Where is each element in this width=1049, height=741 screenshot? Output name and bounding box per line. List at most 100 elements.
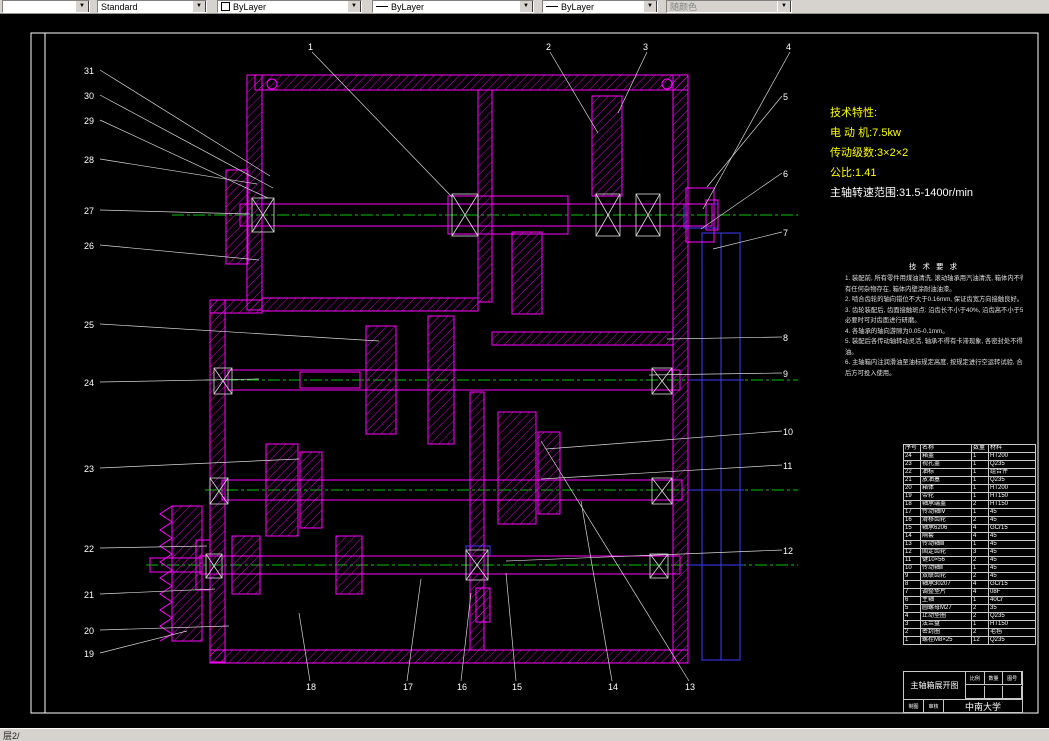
- parts-cell: 2: [903, 628, 921, 637]
- dropdown-arrow-icon[interactable]: ▼: [519, 1, 533, 12]
- table-row: 10 传动轴Ⅱ 1 45: [903, 564, 1036, 573]
- parts-cell: 35: [988, 604, 1036, 613]
- parts-cell: 圆螺母M27: [920, 604, 972, 613]
- color-combo[interactable]: ByLayer ▼: [217, 0, 362, 13]
- callout-number-11: 11: [783, 461, 793, 471]
- table-row: 23 视孔盖 1 Q235: [903, 460, 1036, 469]
- parts-cell: 08F: [988, 588, 1036, 597]
- parts-cell: 放油塞: [920, 476, 972, 485]
- lineweight-combo[interactable]: ByLayer ▼: [542, 0, 658, 13]
- parts-cell: GCr15: [988, 580, 1036, 589]
- table-row: 15 轴承6206 4 GCr15: [903, 524, 1036, 533]
- parts-cell: 1: [903, 636, 921, 645]
- dropdown-arrow-icon[interactable]: ▼: [75, 1, 89, 12]
- drawing-canvas[interactable]: 技术特性: 电 动 机:7.5kw 传动级数:3×2×2 公比:1.41 主轴转速范围…: [0, 14, 1049, 728]
- parts-cell: 16: [903, 516, 921, 525]
- parts-cell: 法兰盘: [920, 620, 972, 629]
- parts-cell: 3: [903, 620, 921, 629]
- leader-line: [700, 172, 783, 230]
- status-bar: 层2/: [0, 728, 1049, 741]
- linetype-value: ByLayer: [391, 1, 425, 12]
- table-row: 14 隔套 4 45: [903, 532, 1036, 541]
- callout-number-25: 25: [84, 320, 95, 330]
- parts-cell: 2: [971, 628, 989, 637]
- title-block-field: 比例: [966, 672, 985, 685]
- status-text: 层2/: [3, 730, 20, 741]
- parts-cell: 45: [988, 516, 1036, 525]
- callout-number-10: 10: [783, 427, 794, 437]
- callout-number-2: 2: [546, 42, 552, 52]
- dropdown-arrow-icon[interactable]: ▼: [347, 1, 361, 12]
- callout-number-9: 9: [783, 369, 789, 379]
- tech-req-line: 1. 装配前, 所有零件用煤油清洗, 滚动轴承用汽油清洗, 箱体内不得: [845, 275, 1023, 282]
- linetype-combo[interactable]: ByLayer ▼: [372, 0, 534, 13]
- color-value: ByLayer: [233, 1, 267, 12]
- callout-number-16: 16: [457, 682, 468, 692]
- parts-cell: Q235: [988, 612, 1036, 621]
- callout-number-13: 13: [685, 682, 696, 692]
- tech-spec-line: 公比:1.41: [830, 167, 877, 179]
- table-row: 11 键10×56 2 45: [903, 556, 1036, 565]
- callout-number-31: 31: [84, 66, 95, 76]
- tech-req-line: 必要时可对齿面进行研磨。: [845, 317, 921, 324]
- tech-req-line: 2. 啮合齿轮的轴向错位不大于0.16mm, 保证齿宽方向接触良好。: [845, 296, 1023, 303]
- title-block: 主轴箱展开图 比例 数量 图号 制图 审核 中南大学: [903, 671, 1023, 713]
- parts-cell: 22: [903, 468, 921, 477]
- leader-line: [549, 51, 599, 134]
- callout-number-27: 27: [84, 206, 95, 216]
- callout-number-30: 30: [84, 91, 95, 101]
- parts-cell: 螺栓M8×25: [920, 636, 972, 645]
- callout-number-8: 8: [783, 333, 789, 343]
- parts-cell: 45: [988, 548, 1036, 557]
- cad-application-window: ▼ Standard ▼ ByLayer ▼ ByLayer ▼ ByLayer…: [0, 0, 1049, 741]
- parts-cell: 主轴: [920, 596, 972, 605]
- callout-number-6: 6: [783, 169, 789, 179]
- parts-cell: 1: [971, 540, 989, 549]
- parts-cell: 2: [971, 500, 989, 509]
- callout-number-20: 20: [84, 626, 95, 636]
- parts-cell: 2: [971, 572, 989, 581]
- callout-number-28: 28: [84, 155, 95, 165]
- plot-style-value: 随颜色: [670, 1, 698, 12]
- parts-cell: 20: [903, 484, 921, 493]
- leader-line: [712, 231, 783, 250]
- leader-line: [702, 51, 791, 210]
- title-block-field: 制图: [904, 700, 924, 713]
- callout-number-4: 4: [786, 42, 792, 52]
- callout-number-5: 5: [783, 92, 789, 102]
- style-combo-blank[interactable]: ▼: [2, 0, 90, 13]
- tech-spec-line: 主轴转速范围:31.5-1400r/min: [830, 187, 974, 199]
- table-row: 12 固定齿轮 3 45: [903, 548, 1036, 557]
- parts-cell: 12: [903, 548, 921, 557]
- callout-number-29: 29: [84, 116, 95, 126]
- table-row: 20 箱体 1 HT200: [903, 484, 1036, 493]
- parts-cell: 1: [971, 620, 989, 629]
- parts-cell: 2: [971, 604, 989, 613]
- table-row: 2 密封圈 2 毛毡: [903, 628, 1036, 637]
- text-style-combo[interactable]: Standard ▼: [97, 0, 207, 13]
- callout-number-24: 24: [84, 378, 95, 388]
- parts-cell: Q235: [988, 460, 1036, 469]
- parts-cell: 1: [971, 508, 989, 517]
- parts-cell: 箱体: [920, 484, 972, 493]
- table-row: 1 螺栓M8×25 12 Q235: [903, 636, 1036, 645]
- parts-cell: 11: [903, 556, 921, 565]
- parts-cell: 1: [971, 492, 989, 501]
- parts-cell: 1: [971, 596, 989, 605]
- dropdown-arrow-icon[interactable]: ▼: [192, 1, 206, 12]
- tech-req-line: 4. 各轴承的轴向游隙为0.05-0.1mm。: [845, 327, 949, 335]
- callout-number-7: 7: [783, 228, 789, 238]
- tech-spec-line: 传动级数:3×2×2: [830, 147, 909, 159]
- parts-cell: 毛毡: [988, 628, 1036, 637]
- lineweight-value: ByLayer: [561, 1, 595, 12]
- parts-cell: 45: [988, 532, 1036, 541]
- parts-cell: 1: [971, 476, 989, 485]
- leader-line: [99, 323, 380, 342]
- parts-cell: 调整垫片: [920, 588, 972, 597]
- parts-cell: 1: [971, 564, 989, 573]
- leader-line: [505, 572, 517, 682]
- dropdown-arrow-icon[interactable]: ▼: [643, 1, 657, 12]
- callout-number-22: 22: [84, 544, 95, 554]
- parts-cell: 滑移齿轮: [920, 516, 972, 525]
- lineweight-sample-icon: [546, 6, 558, 7]
